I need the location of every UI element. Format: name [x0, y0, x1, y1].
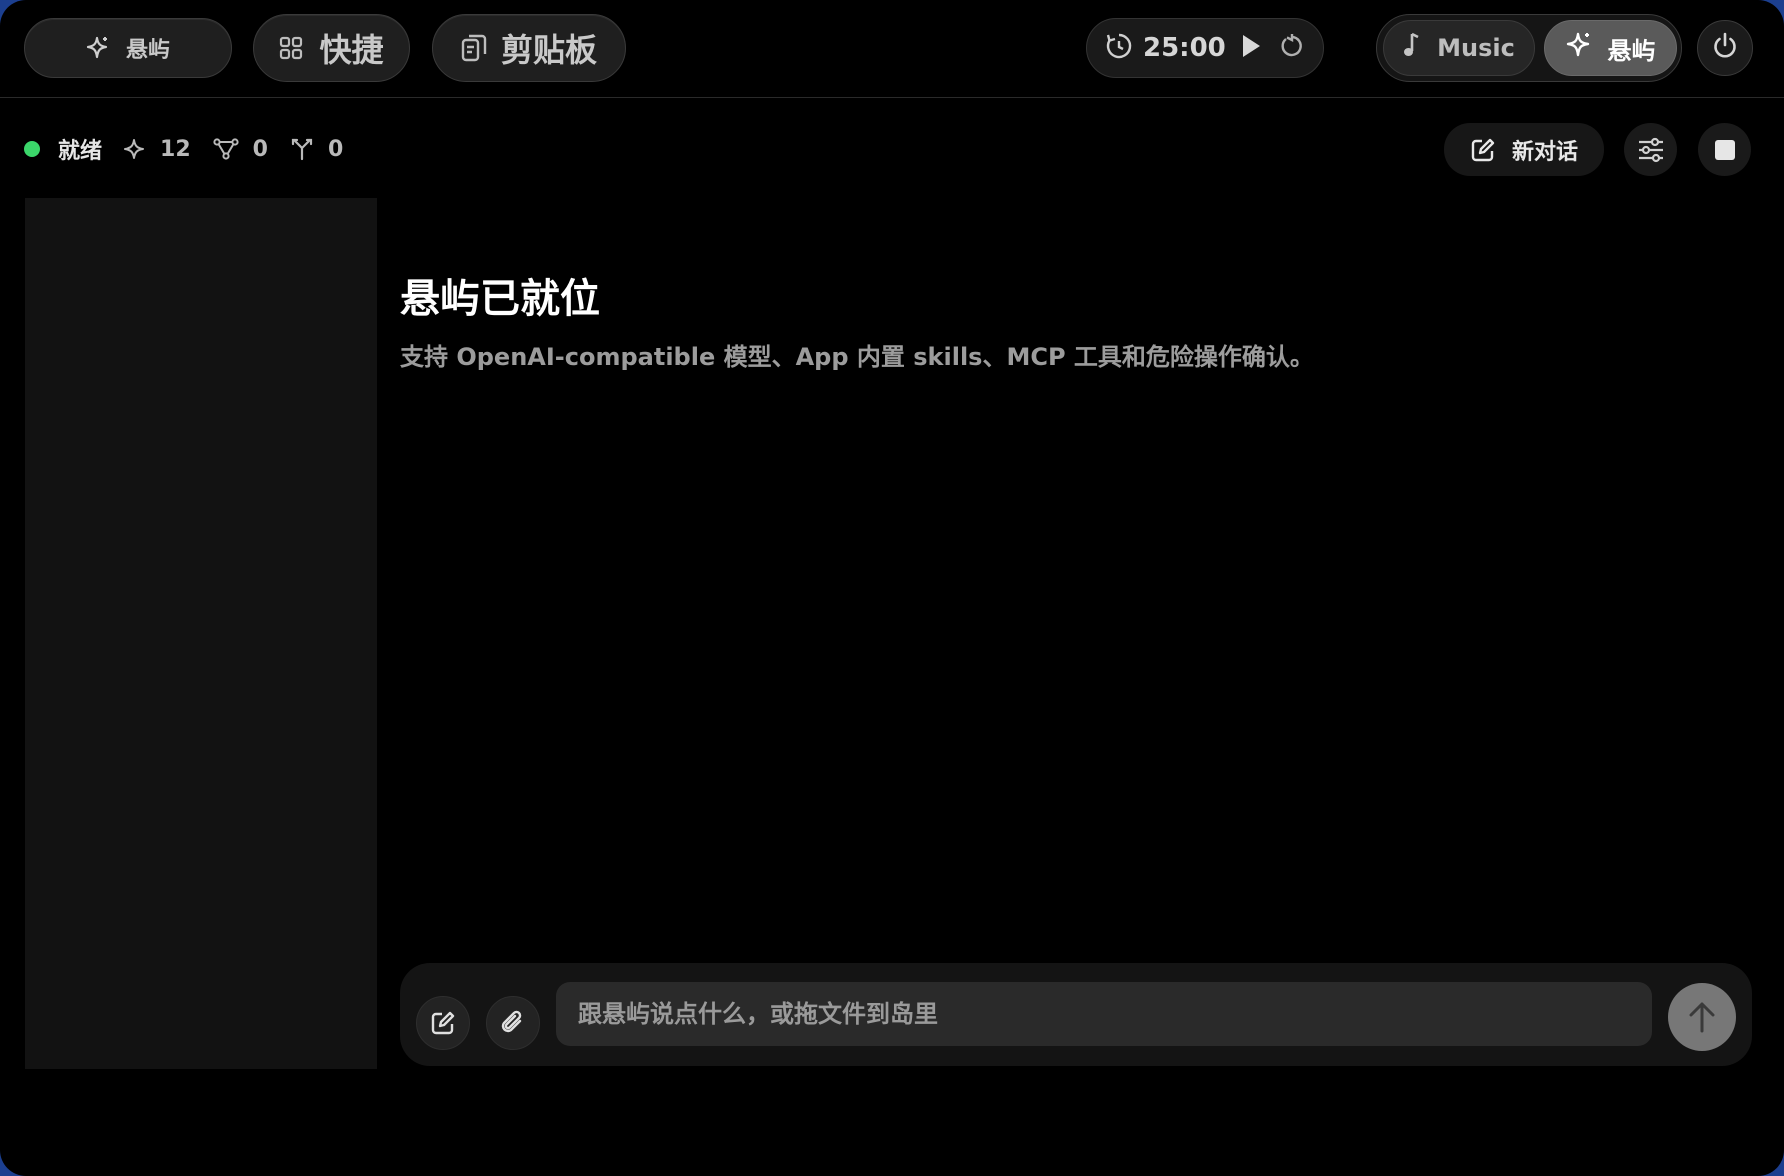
- shortcuts-button[interactable]: 快捷: [253, 14, 410, 82]
- island-mode-label: 悬屿: [1607, 36, 1656, 65]
- ready-indicator: [24, 141, 40, 157]
- shortcuts-button-label: 快捷: [319, 31, 384, 69]
- grid-icon: [279, 36, 303, 60]
- app-window: 悬屿 快捷 剪贴板 25:00 Music 悬屿 就绪 12 0 0 新对话 悬…: [0, 0, 1784, 1176]
- sparkle-icon: [124, 137, 160, 161]
- page-subtitle: 支持 OpenAI-compatible 模型、App 内置 skills、MC…: [400, 343, 1314, 371]
- message-input[interactable]: [556, 982, 1652, 1046]
- send-button[interactable]: [1668, 983, 1736, 1051]
- stop-button[interactable]: [1698, 123, 1751, 176]
- stop-icon: [1714, 139, 1735, 160]
- mcp-stat: 0: [213, 137, 268, 162]
- reset-icon[interactable]: [1280, 33, 1304, 63]
- music-note-icon: [1403, 31, 1421, 65]
- timer-display: 25:00: [1143, 33, 1226, 63]
- timer-icon: [1105, 32, 1133, 64]
- play-icon[interactable]: [1240, 33, 1262, 63]
- skills-stat: 12: [124, 137, 191, 162]
- clipboard-button-label: 剪贴板: [500, 31, 597, 69]
- music-mode-label: Music: [1437, 34, 1515, 62]
- island-button-label: 悬屿: [125, 38, 170, 63]
- settings-button[interactable]: [1624, 123, 1677, 176]
- attach-button[interactable]: [486, 996, 540, 1050]
- branch-stat: 0: [290, 137, 343, 162]
- nodes-icon: [213, 137, 253, 161]
- skills-count: 12: [160, 136, 191, 162]
- page-title: 悬屿已就位: [400, 276, 600, 322]
- pomodoro-timer: 25:00: [1086, 18, 1324, 78]
- message-composer: [400, 963, 1752, 1066]
- mode-switch: Music 悬屿: [1376, 14, 1682, 82]
- branch-icon: [290, 137, 328, 161]
- compose-edit-button[interactable]: [416, 996, 470, 1050]
- conversation-sidebar: [25, 198, 377, 1069]
- ready-label: 就绪: [58, 139, 103, 164]
- music-mode-button[interactable]: Music: [1383, 20, 1535, 76]
- arrow-up-icon: [1687, 1000, 1717, 1034]
- top-bar: 悬屿 快捷 剪贴板 25:00 Music 悬屿: [0, 0, 1784, 98]
- branch-count: 0: [327, 136, 344, 162]
- island-button[interactable]: 悬屿: [24, 18, 232, 78]
- status-row: 就绪 12 0 0: [24, 133, 365, 165]
- sparkle-icon: [86, 35, 110, 61]
- new-chat-label: 新对话: [1511, 139, 1578, 165]
- power-icon: [1710, 31, 1740, 65]
- paperclip-icon: [500, 1009, 526, 1037]
- mcp-count: 0: [252, 136, 268, 162]
- power-button[interactable]: [1697, 20, 1753, 76]
- edit-icon: [430, 1010, 456, 1036]
- island-mode-button[interactable]: 悬屿: [1544, 20, 1677, 76]
- sliders-icon: [1637, 137, 1665, 163]
- clipboard-button[interactable]: 剪贴板: [432, 14, 626, 82]
- edit-icon: [1470, 137, 1512, 163]
- clipboard-icon: [461, 33, 487, 63]
- sparkle-icon: [1566, 31, 1592, 65]
- new-chat-button[interactable]: 新对话: [1444, 123, 1604, 176]
